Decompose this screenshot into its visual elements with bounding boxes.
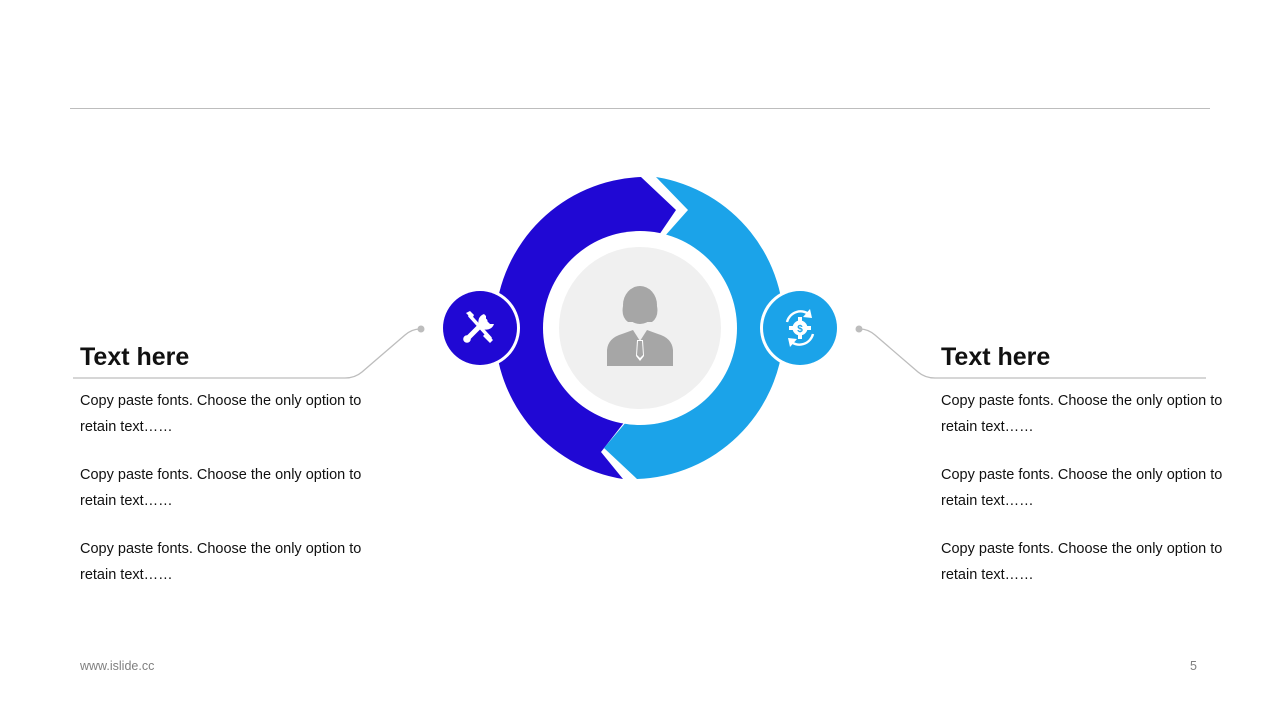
left-connector-dot xyxy=(417,325,425,333)
svg-text:$: $ xyxy=(797,324,803,335)
left-paragraph-2: Copy paste fonts. Choose the only option… xyxy=(80,467,362,509)
left-text-panel: Text here Copy paste fonts. Choose the o… xyxy=(80,340,380,588)
center-disc xyxy=(559,247,721,409)
right-paragraph-2: Copy paste fonts. Choose the only option… xyxy=(941,467,1223,509)
right-paragraph-1: Copy paste fonts. Choose the only option… xyxy=(941,393,1223,435)
right-paragraph-3: Copy paste fonts. Choose the only option… xyxy=(941,541,1223,583)
page-number: 5 xyxy=(1190,659,1197,673)
right-connector-dot xyxy=(855,325,863,333)
right-panel-title: Text here xyxy=(941,343,1051,371)
left-panel-title: Text here xyxy=(80,343,190,371)
footer-url[interactable]: www.islide.cc xyxy=(80,659,154,673)
left-paragraph-3: Copy paste fonts. Choose the only option… xyxy=(80,541,362,583)
right-text-panel: Text here Copy paste fonts. Choose the o… xyxy=(941,340,1241,588)
left-paragraph-1: Copy paste fonts. Choose the only option… xyxy=(80,393,362,435)
